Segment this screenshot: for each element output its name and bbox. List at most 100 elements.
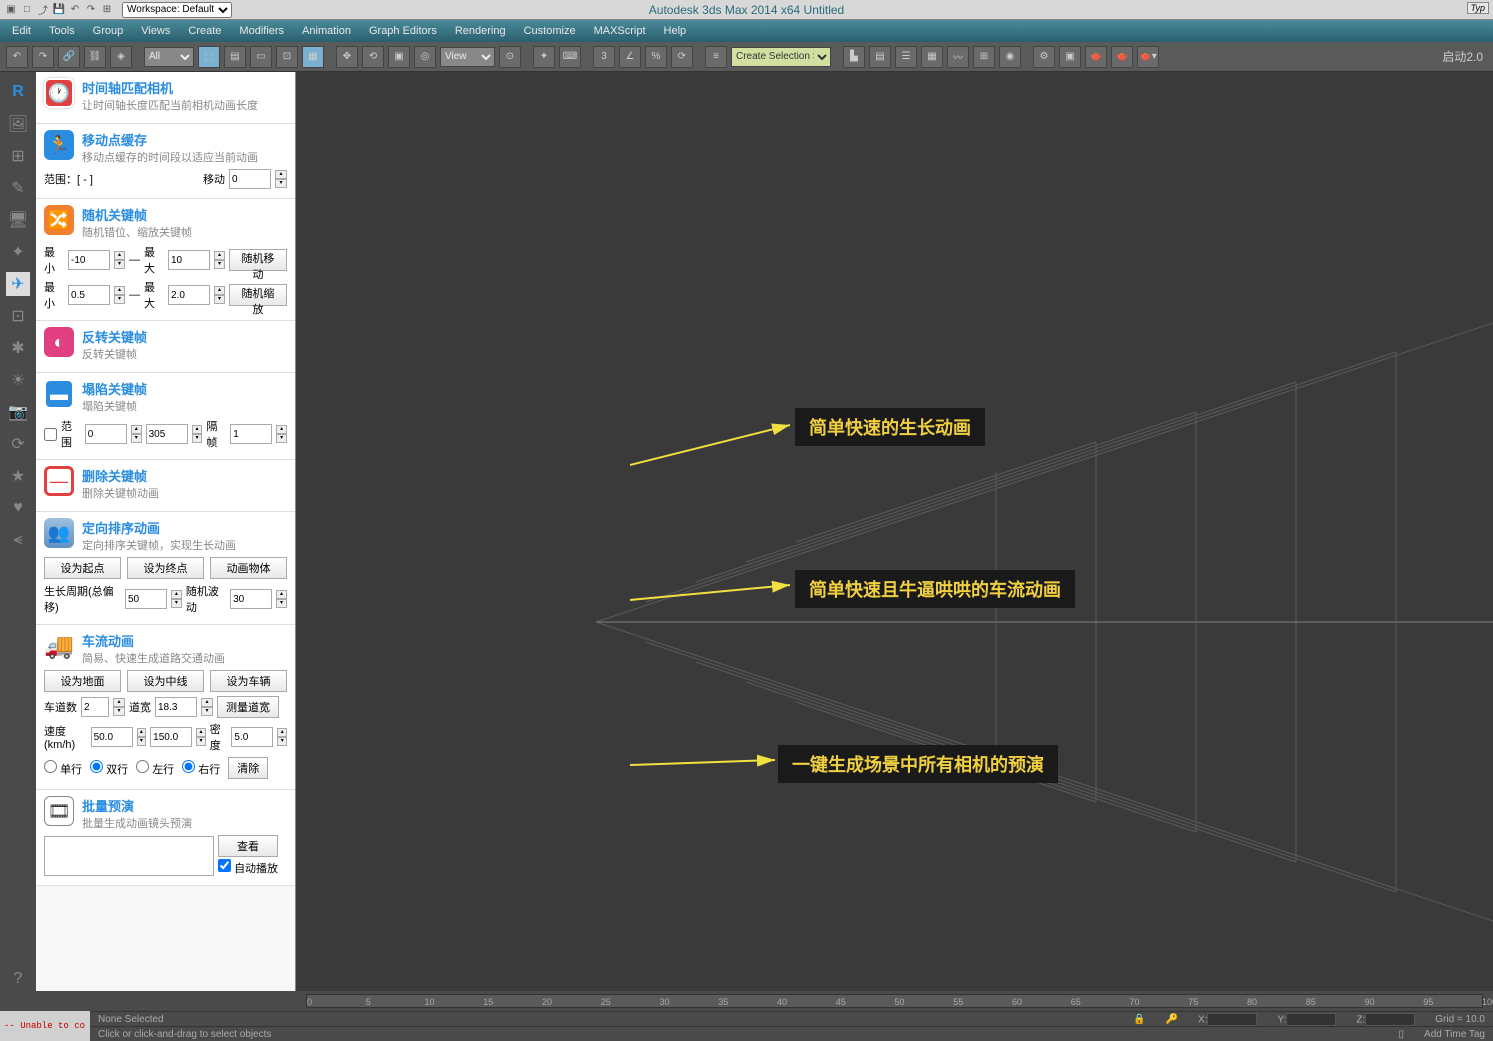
placement-tool[interactable]: ◎: [414, 46, 436, 68]
align-tool[interactable]: ▤: [869, 46, 891, 68]
spinner[interactable]: ▴▾: [275, 170, 287, 188]
layers-tool[interactable]: ☰: [895, 46, 917, 68]
save-icon[interactable]: 💾: [52, 3, 66, 17]
menu-maxscript[interactable]: MAXScript: [594, 25, 646, 37]
lock-icon[interactable]: 🔒: [1133, 1014, 1145, 1025]
asterisk-icon[interactable]: ✱: [6, 336, 30, 360]
grid-icon[interactable]: ⊞: [6, 144, 30, 168]
preview-listbox[interactable]: [44, 836, 214, 876]
select-rect-tool[interactable]: ▭: [250, 46, 272, 68]
redo-icon[interactable]: ↷: [84, 3, 98, 17]
r2-input[interactable]: [146, 424, 188, 444]
clear-button[interactable]: 清除: [228, 757, 268, 779]
select-tool[interactable]: ⬚: [198, 46, 220, 68]
heart-icon[interactable]: ♥: [6, 496, 30, 520]
renderframe-tool[interactable]: ▣: [1059, 46, 1081, 68]
tag-icon[interactable]: ▯: [1399, 1029, 1405, 1040]
every-input[interactable]: [230, 424, 272, 444]
set-centerline-button[interactable]: 设为中线: [127, 670, 204, 692]
lanes-input[interactable]: [81, 697, 109, 717]
monitor-icon[interactable]: 🖥: [6, 208, 30, 232]
group-icon[interactable]: ⊡: [6, 304, 30, 328]
edit-icon[interactable]: ✎: [6, 176, 30, 200]
undo-tool[interactable]: ↶: [6, 46, 28, 68]
pivot-tool[interactable]: ⊙: [499, 46, 521, 68]
snap-tool[interactable]: 3: [593, 46, 615, 68]
workspace-select[interactable]: Workspace: Default: [122, 2, 232, 18]
move-tool[interactable]: ✥: [336, 46, 358, 68]
viewport[interactable]: [296, 72, 1493, 991]
refresh-icon[interactable]: ⟳: [6, 432, 30, 456]
key-icon[interactable]: 🔑: [1166, 1014, 1178, 1025]
min2-input[interactable]: [68, 285, 110, 305]
wave-input[interactable]: [230, 589, 272, 609]
random-move-button[interactable]: 随机移动: [229, 249, 287, 271]
namesel-tool[interactable]: ≡: [705, 46, 727, 68]
menu-tools[interactable]: Tools: [49, 25, 75, 37]
single-radio[interactable]: [44, 760, 57, 773]
menu-views[interactable]: Views: [141, 25, 170, 37]
double-radio[interactable]: [90, 760, 103, 773]
camera-icon[interactable]: 📷: [6, 400, 30, 424]
left-radio[interactable]: [136, 760, 149, 773]
render-tool[interactable]: 🫖: [1085, 46, 1107, 68]
link-tool[interactable]: 🔗: [58, 46, 80, 68]
menu-grapheditors[interactable]: Graph Editors: [369, 25, 437, 37]
scale-tool[interactable]: ▣: [388, 46, 410, 68]
sparkle-icon[interactable]: ✦: [6, 240, 30, 264]
menu-edit[interactable]: Edit: [12, 25, 31, 37]
project-icon[interactable]: ⊞: [100, 3, 114, 17]
refcoord-select[interactable]: View: [440, 47, 495, 67]
startup-button[interactable]: 启动2.0: [1442, 48, 1483, 65]
undo-icon[interactable]: ↶: [68, 3, 82, 17]
measure-button[interactable]: 测量道宽: [217, 696, 279, 718]
menu-rendering[interactable]: Rendering: [455, 25, 506, 37]
help-icon[interactable]: ?: [6, 967, 30, 991]
spinner-tool[interactable]: ⟳: [671, 46, 693, 68]
speed2-input[interactable]: [150, 727, 192, 747]
x-input[interactable]: [1207, 1013, 1257, 1026]
sun-icon[interactable]: ☀: [6, 368, 30, 392]
selset-select[interactable]: Create Selection Set: [731, 47, 831, 67]
select-crossing-tool[interactable]: ▦: [302, 46, 324, 68]
select-name-tool[interactable]: ▤: [224, 46, 246, 68]
menu-modifiers[interactable]: Modifiers: [239, 25, 284, 37]
menu-customize[interactable]: Customize: [524, 25, 576, 37]
move-input[interactable]: [229, 169, 271, 189]
percentsnap-tool[interactable]: %: [645, 46, 667, 68]
anglesnap-tool[interactable]: ∠: [619, 46, 641, 68]
tips-tag[interactable]: Typ: [1467, 2, 1489, 14]
keyboard-tool[interactable]: ⌨: [559, 46, 581, 68]
density-input[interactable]: [231, 727, 273, 747]
set-end-button[interactable]: 设为终点: [127, 557, 204, 579]
autoplay-checkbox[interactable]: [218, 859, 231, 872]
set-start-button[interactable]: 设为起点: [44, 557, 121, 579]
renderprod-tool[interactable]: 🫖: [1111, 46, 1133, 68]
star-icon[interactable]: ★: [6, 464, 30, 488]
share-icon[interactable]: ⪪: [6, 528, 30, 552]
anim-obj-button[interactable]: 动画物体: [210, 557, 287, 579]
open-icon[interactable]: ⤴: [36, 3, 50, 17]
z-input[interactable]: [1365, 1013, 1415, 1026]
period-input[interactable]: [125, 589, 167, 609]
select-window-tool[interactable]: ⊡: [276, 46, 298, 68]
r1-input[interactable]: [85, 424, 127, 444]
mirror-tool[interactable]: ▙: [843, 46, 865, 68]
material-tool[interactable]: ◉: [999, 46, 1021, 68]
add-time-tag[interactable]: Add Time Tag: [1424, 1029, 1485, 1040]
range-checkbox[interactable]: [44, 428, 57, 441]
unlink-tool[interactable]: ⛓: [84, 46, 106, 68]
plane-icon[interactable]: ✈: [6, 272, 30, 296]
y-input[interactable]: [1286, 1013, 1336, 1026]
menu-help[interactable]: Help: [664, 25, 687, 37]
menu-group[interactable]: Group: [93, 25, 124, 37]
timeline[interactable]: 0510152025303540455055606570758085909510…: [296, 991, 1493, 1011]
set-vehicle-button[interactable]: 设为车辆: [210, 670, 287, 692]
menu-animation[interactable]: Animation: [302, 25, 351, 37]
width-input[interactable]: [155, 697, 197, 717]
speed1-input[interactable]: [91, 727, 133, 747]
bind-tool[interactable]: ◈: [110, 46, 132, 68]
max-input[interactable]: [168, 250, 210, 270]
view-button[interactable]: 查看: [218, 835, 278, 857]
max2-input[interactable]: [168, 285, 210, 305]
